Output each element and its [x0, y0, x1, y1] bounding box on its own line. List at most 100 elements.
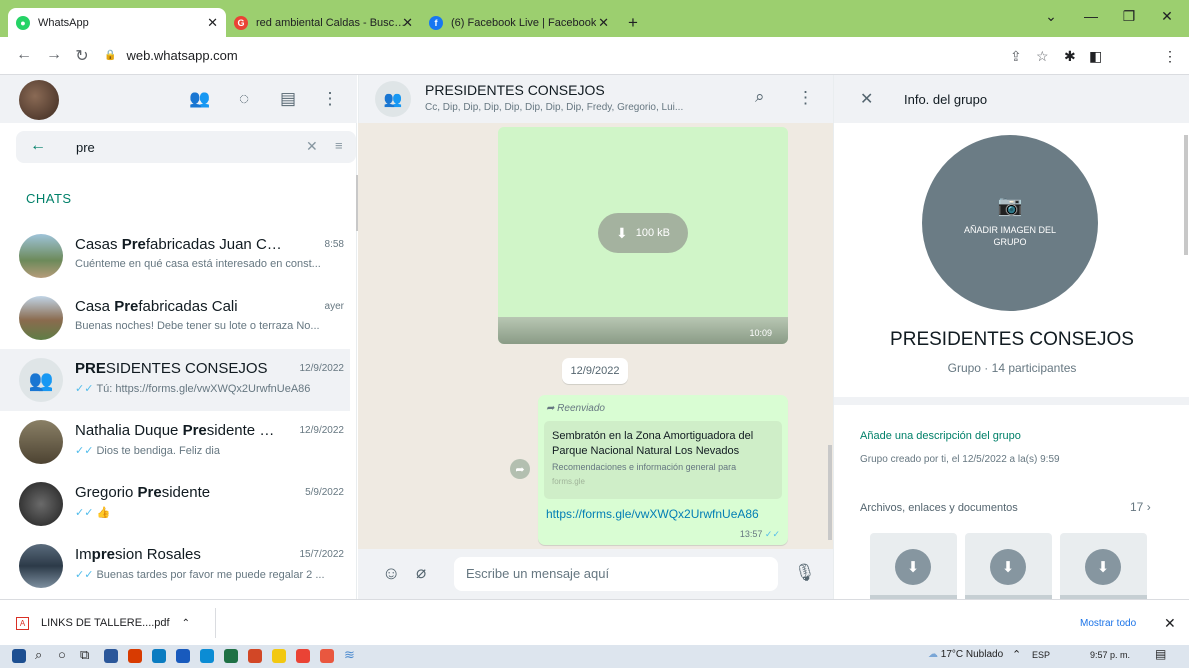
filter-icon[interactable]: ≡: [335, 138, 343, 153]
tab-whatsapp[interactable]: ● WhatsApp ✕: [8, 8, 226, 37]
chrome-icon[interactable]: [296, 649, 310, 663]
chat-item-selected[interactable]: 👥 PRESIDENTES CONSEJOS 12/9/2022 ✓✓ Tú: h…: [0, 349, 350, 411]
forwarded-message[interactable]: ➦ Reenviado Sembratón en la Zona Amortig…: [538, 395, 788, 545]
window-close-icon[interactable]: ✕: [1152, 8, 1182, 25]
chat-name: Casa Prefabricadas Cali: [75, 298, 238, 315]
windows-start-icon[interactable]: [12, 649, 26, 663]
search-input[interactable]: pre: [76, 140, 95, 155]
files-label[interactable]: Archivos, enlaces y documentos: [860, 502, 1018, 514]
facebook-icon: f: [429, 15, 443, 30]
share-icon[interactable]: ⇪: [1010, 48, 1022, 65]
forward-icon[interactable]: →: [44, 46, 64, 64]
file-message[interactable]: ⬇ 100 kB 10:09: [498, 127, 788, 344]
bookmark-star-icon[interactable]: ☆: [1036, 48, 1049, 65]
reload-icon[interactable]: ↻: [72, 46, 92, 66]
url-text: web.whatsapp.com: [126, 48, 238, 63]
tab-label: WhatsApp: [38, 16, 89, 29]
show-all-button[interactable]: Mostrar todo: [1080, 618, 1136, 629]
language-indicator[interactable]: ESP: [1032, 650, 1050, 660]
minimize-icon[interactable]: —: [1076, 8, 1106, 24]
status-icon[interactable]: ◌: [232, 89, 256, 109]
file-size: 100 kB: [635, 227, 670, 239]
back-arrow-icon[interactable]: ←: [30, 137, 46, 155]
chat-item[interactable]: Casas Prefabricadas Juan Camilo Q... 8:5…: [0, 225, 350, 287]
chat-time: 12/9/2022: [299, 363, 345, 374]
forward-icon[interactable]: ➦: [510, 459, 530, 479]
cortana-icon[interactable]: ○: [58, 647, 66, 662]
tray-chevron-icon[interactable]: ⌃: [1012, 648, 1021, 661]
download-item[interactable]: A LINKS DE TALLERE....pdf ⌃: [10, 612, 220, 634]
message-time: 13:57 ✓✓: [739, 529, 780, 539]
media-thumb[interactable]: ⬇: [965, 533, 1052, 603]
clear-search-icon[interactable]: ✕: [306, 138, 318, 155]
extensions-icon[interactable]: ✱: [1064, 48, 1076, 65]
preview-description: Recomendaciones e información general pa…: [552, 462, 737, 472]
message-input[interactable]: Escribe un mensaje aquí: [454, 557, 778, 591]
chevron-up-icon[interactable]: ⌃: [182, 618, 190, 629]
group-avatar-icon[interactable]: 👥: [375, 81, 411, 117]
files-count[interactable]: 17 ›: [1130, 500, 1151, 514]
close-icon[interactable]: ✕: [860, 89, 873, 109]
read-ticks-icon: ✓✓: [764, 529, 780, 539]
media-thumb[interactable]: ⬇: [1060, 533, 1147, 603]
communities-icon[interactable]: 👥: [188, 89, 212, 109]
app-icon[interactable]: [152, 649, 166, 663]
pdf-icon: A: [16, 616, 29, 630]
word-icon[interactable]: [176, 649, 190, 663]
notifications-icon[interactable]: ▤: [1155, 647, 1166, 661]
attach-icon[interactable]: ⌀: [416, 563, 426, 583]
microphone-icon[interactable]: 🎙: [794, 563, 816, 583]
close-icon[interactable]: ✕: [1164, 615, 1176, 632]
chat-item[interactable]: Gregorio Presidente 5/9/2022 ✓✓ 👍: [0, 473, 350, 535]
emoji-icon[interactable]: ☺: [382, 563, 400, 584]
menu-dots-icon[interactable]: ⋮: [1163, 48, 1177, 65]
download-button[interactable]: ⬇ 100 kB: [598, 213, 688, 253]
search-icon[interactable]: ⌕: [35, 647, 42, 663]
message-link[interactable]: https://forms.gle/vwXWQx2UrwfnUeA86: [546, 507, 759, 521]
windows-taskbar: ⌕ ○ ⧉ ≋ ☁ 17°C Nublado ⌃ ESP 9:57 p. m. …: [0, 645, 1189, 668]
restore-icon[interactable]: ❐: [1114, 8, 1144, 25]
conversation-header[interactable]: 👥 PRESIDENTES CONSEJOS Cc, Dip, Dip, Dip…: [358, 75, 833, 123]
close-icon[interactable]: ✕: [402, 15, 413, 31]
app-icon[interactable]: [272, 649, 286, 663]
clock[interactable]: 9:57 p. m.: [1090, 650, 1130, 660]
app-icon[interactable]: [128, 649, 142, 663]
new-tab-button[interactable]: +: [620, 8, 650, 37]
app-icon[interactable]: [104, 649, 118, 663]
tab-search-icon[interactable]: ⌄: [1036, 8, 1066, 25]
scrollbar[interactable]: [1184, 135, 1188, 255]
menu-icon[interactable]: ⋮: [318, 89, 342, 109]
powerpoint-icon[interactable]: [248, 649, 262, 663]
browser-tab-strip: ● WhatsApp ✕ G red ambiental Caldas - Bu…: [0, 0, 1189, 37]
group-profile-card: 📷 AÑADIR IMAGEN DEL GRUPO PRESIDENTES CO…: [834, 123, 1189, 397]
search-icon[interactable]: ⌕: [755, 87, 765, 107]
close-icon[interactable]: ✕: [207, 15, 218, 31]
scrollbar[interactable]: [828, 445, 832, 540]
back-icon[interactable]: ←: [14, 46, 34, 64]
app-icon[interactable]: [320, 649, 334, 663]
chat-item[interactable]: Impresion Rosales 15/7/2022 ✓✓ Buenas tar…: [0, 535, 350, 597]
task-view-icon[interactable]: ⧉: [80, 647, 89, 663]
add-description-link[interactable]: Añade una descripción del grupo: [860, 430, 1021, 442]
new-chat-icon[interactable]: ▤: [276, 89, 300, 109]
tab-google[interactable]: G red ambiental Caldas - Buscar co ✕: [226, 8, 421, 37]
close-icon[interactable]: ✕: [598, 15, 609, 31]
search-box[interactable]: ← pre ✕: [16, 131, 356, 163]
app-icon[interactable]: [200, 649, 214, 663]
excel-icon[interactable]: [224, 649, 238, 663]
weather[interactable]: ☁ 17°C Nublado: [928, 649, 1003, 660]
media-thumb[interactable]: ⬇: [870, 533, 957, 603]
google-icon: G: [234, 15, 248, 30]
menu-icon[interactable]: ⋮: [797, 88, 814, 108]
app-icon[interactable]: ≋: [344, 647, 355, 663]
file-footer: [498, 317, 788, 344]
url-field[interactable]: 🔒 web.whatsapp.com: [104, 42, 984, 69]
link-preview[interactable]: Sembratón en la Zona Amortiguadora del P…: [544, 421, 782, 499]
chat-item[interactable]: Casa Prefabricadas Cali ayer Buenas noch…: [0, 287, 350, 349]
my-avatar[interactable]: [19, 80, 59, 120]
tab-facebook[interactable]: f (6) Facebook Live | Facebook ✕: [421, 8, 617, 37]
chat-item[interactable]: Nathalia Duque Presidente Ca... 12/9/202…: [0, 411, 350, 473]
forward-arrow-icon: ➦: [546, 403, 558, 414]
side-panel-icon[interactable]: ◧: [1089, 48, 1102, 65]
group-image-placeholder[interactable]: 📷 AÑADIR IMAGEN DEL GRUPO: [922, 135, 1098, 311]
